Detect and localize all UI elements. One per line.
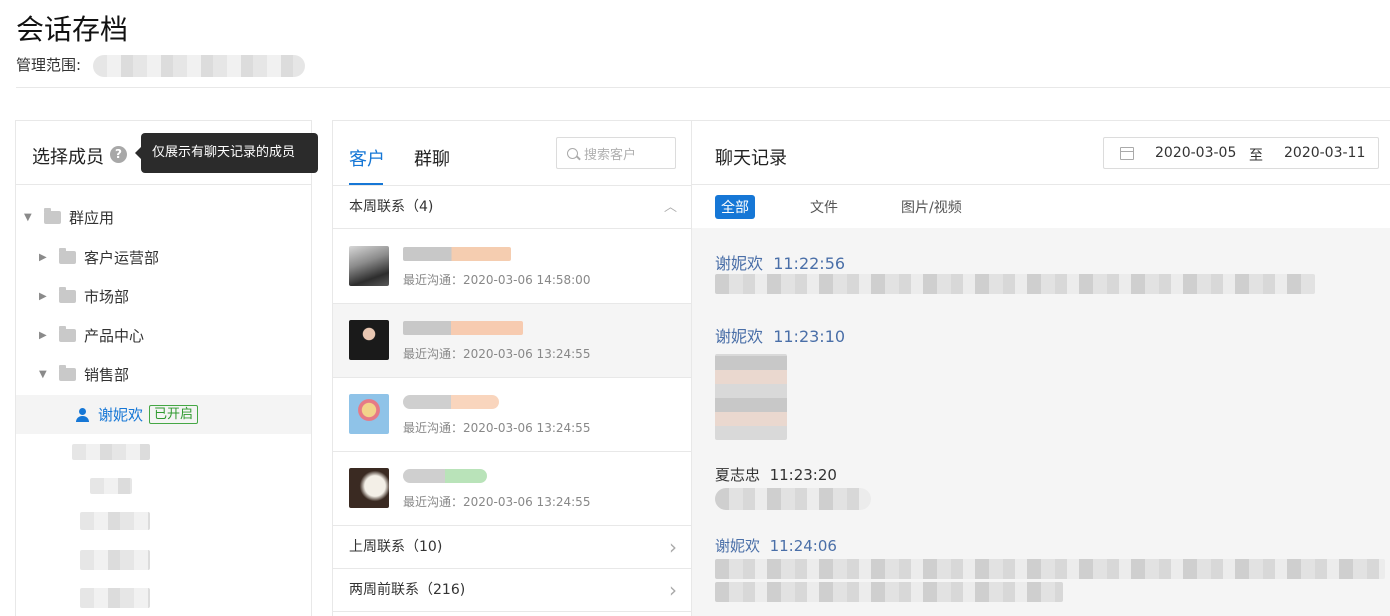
- last-contact-time: 最近沟通：2020-03-06 14:58:00: [403, 273, 591, 287]
- member-item-redacted[interactable]: [80, 550, 150, 570]
- message-text-redacted: [715, 559, 1385, 579]
- search-placeholder: 搜索客户: [584, 147, 637, 163]
- tree-node-root[interactable]: ▼ 群应用: [24, 198, 114, 237]
- page-title: 会话存档: [16, 13, 129, 46]
- message-time: 11:22:56: [773, 254, 846, 273]
- date-separator: 至: [1249, 148, 1263, 164]
- header-divider: [16, 87, 1390, 88]
- folder-icon: [59, 365, 76, 381]
- group-label: 两周前联系（216): [349, 582, 466, 598]
- tree-node-customer-ops[interactable]: ▶ 客户运营部: [39, 238, 159, 277]
- scope-value-redacted: [93, 55, 305, 77]
- folder-icon: [59, 248, 76, 264]
- avatar: [349, 468, 389, 508]
- date-start[interactable]: 2020-03-05: [1155, 145, 1236, 161]
- message-header: 谢妮欢 11:22:56: [715, 250, 845, 274]
- message-text-redacted: [715, 488, 871, 510]
- tree-node-product[interactable]: ▶ 产品中心: [39, 316, 144, 355]
- message-header: 谢妮欢 11:24:06: [715, 535, 837, 556]
- message-header: 谢妮欢 11:23:10: [715, 323, 845, 347]
- message-time: 11:24:06: [769, 537, 837, 555]
- chat-history: 全部 文件 图片/视频 谢妮欢 11:22:56 谢妮欢 11:23:10 夏志…: [692, 186, 1390, 616]
- search-input[interactable]: 搜索客户: [556, 137, 676, 169]
- avatar: [349, 320, 389, 360]
- contact-name-redacted: [403, 321, 523, 335]
- caret-right-icon[interactable]: ▶: [39, 252, 51, 263]
- message-sender: 谢妮欢: [715, 537, 761, 555]
- contact-name-redacted: [403, 395, 499, 409]
- date-range-picker[interactable]: 2020-03-05 至 2020-03-11: [1103, 137, 1379, 169]
- message-sender: 谢妮欢: [715, 254, 764, 273]
- group-header-last-week[interactable]: 上周联系（10) ›: [333, 526, 691, 569]
- contact-item[interactable]: 最近沟通：2020-03-06 13:24:55: [333, 304, 691, 378]
- filter-all[interactable]: 全部: [715, 195, 755, 219]
- message-image-redacted[interactable]: [715, 354, 787, 440]
- chat-panel-header: 聊天记录 2020-03-05 至 2020-03-11: [692, 120, 1390, 185]
- contact-item[interactable]: 最近沟通：2020-03-06 13:24:55: [333, 452, 691, 526]
- tree-node-label: 市场部: [84, 288, 130, 306]
- chevron-right-icon[interactable]: ›: [669, 569, 677, 612]
- caret-down-icon[interactable]: ▼: [24, 212, 36, 223]
- member-item-redacted[interactable]: [90, 478, 132, 494]
- member-name: 谢妮欢: [98, 406, 144, 424]
- chat-panel-title: 聊天记录: [715, 148, 787, 169]
- member-item-redacted[interactable]: [80, 588, 150, 608]
- caret-down-icon[interactable]: ▼: [39, 369, 51, 380]
- tree-node-label: 客户运营部: [84, 249, 160, 267]
- group-header-this-week[interactable]: 本周联系（4) ︿: [333, 186, 691, 229]
- tree-node-label: 产品中心: [84, 327, 145, 345]
- message-header: 夏志忠 11:23:20: [715, 464, 837, 485]
- person-icon: [75, 407, 89, 422]
- message-time: 11:23:10: [773, 327, 846, 346]
- avatar: [349, 246, 389, 286]
- member-item-active[interactable]: 谢妮欢 已开启: [75, 395, 199, 434]
- tree-node-label: 销售部: [84, 366, 130, 384]
- help-icon[interactable]: ?: [110, 146, 127, 163]
- message-time: 11:23:20: [769, 466, 837, 484]
- filter-files[interactable]: 文件: [810, 197, 838, 217]
- tree-node-sales[interactable]: ▼ 销售部: [39, 355, 129, 394]
- last-contact-time: 最近沟通：2020-03-06 13:24:55: [403, 421, 591, 435]
- calendar-icon: [1120, 147, 1134, 160]
- status-badge: 已开启: [149, 405, 199, 424]
- group-header-two-weeks-ago[interactable]: 两周前联系（216) ›: [333, 569, 691, 612]
- tab-group-chats[interactable]: 群聊: [414, 145, 450, 171]
- tree-node-label: 群应用: [69, 209, 115, 227]
- contact-name-redacted: [403, 247, 511, 261]
- group-label: 上周联系（10): [349, 539, 443, 555]
- tab-customers[interactable]: 客户: [349, 145, 385, 171]
- message-filter-bar: 全部 文件 图片/视频: [692, 186, 1390, 228]
- member-panel-title: 选择成员: [32, 147, 104, 168]
- folder-icon: [59, 326, 76, 342]
- message-text-redacted: [715, 582, 1063, 602]
- folder-icon: [59, 287, 76, 303]
- caret-right-icon[interactable]: ▶: [39, 291, 51, 302]
- contact-item[interactable]: 最近沟通：2020-03-06 13:24:55: [333, 378, 691, 452]
- scope-label: 管理范围:: [16, 56, 82, 74]
- member-item-redacted[interactable]: [72, 444, 150, 460]
- last-contact-time: 最近沟通：2020-03-06 13:24:55: [403, 495, 591, 509]
- message-text-redacted: [715, 274, 1315, 294]
- contact-item[interactable]: 最近沟通：2020-03-06 14:58:00: [333, 230, 691, 304]
- folder-icon: [44, 208, 61, 224]
- chevron-up-icon[interactable]: ︿: [664, 186, 677, 229]
- tree-node-marketing[interactable]: ▶ 市场部: [39, 277, 129, 316]
- chevron-right-icon[interactable]: ›: [669, 526, 677, 569]
- member-item-redacted[interactable]: [80, 512, 150, 530]
- search-icon: [567, 147, 578, 159]
- message-sender: 谢妮欢: [715, 327, 764, 346]
- contact-name-redacted: [403, 469, 487, 483]
- help-tooltip: 仅展示有聊天记录的成员: [135, 133, 318, 173]
- caret-right-icon[interactable]: ▶: [39, 330, 51, 341]
- contact-panel: 客户 群聊 搜索客户 本周联系（4) ︿ 最近沟通：2020-03-06 14:…: [332, 120, 692, 616]
- group-label: 本周联系（4): [349, 199, 434, 215]
- date-end[interactable]: 2020-03-11: [1284, 145, 1365, 161]
- last-contact-time: 最近沟通：2020-03-06 13:24:55: [403, 347, 591, 361]
- message-sender: 夏志忠: [715, 466, 761, 484]
- filter-media[interactable]: 图片/视频: [901, 197, 962, 217]
- avatar: [349, 394, 389, 434]
